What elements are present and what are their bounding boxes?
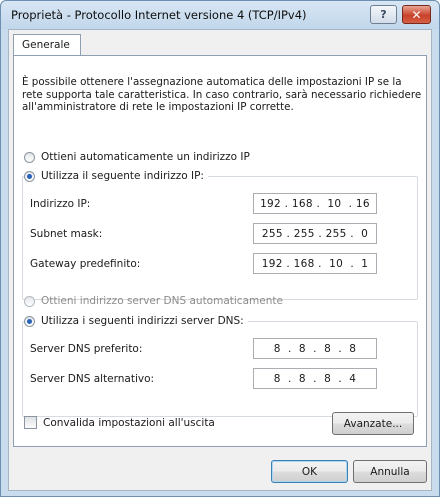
ok-button[interactable]: OK bbox=[271, 460, 348, 483]
ip-auto-radio[interactable] bbox=[24, 151, 35, 163]
preferred-dns-field[interactable]: 8 . 8 . 8 . 8 bbox=[253, 338, 377, 359]
validate-on-exit-checkbox[interactable] bbox=[24, 416, 37, 429]
validate-on-exit-option[interactable]: Convalida impostazioni all'uscita bbox=[24, 416, 215, 429]
ip-auto-label: Ottieni automaticamente un indirizzo IP bbox=[41, 151, 250, 163]
close-icon: ✕ bbox=[411, 7, 422, 22]
ip-manual-radio-option[interactable]: Utilizza il seguente indirizzo IP: bbox=[24, 170, 208, 182]
dns-manual-radio-option[interactable]: Utilizza i seguenti indirizzi server DNS… bbox=[24, 315, 248, 327]
help-button[interactable]: ? bbox=[370, 5, 397, 24]
ip-manual-label: Utilizza il seguente indirizzo IP: bbox=[41, 170, 204, 182]
cancel-button[interactable]: Annulla bbox=[353, 460, 427, 483]
ip-auto-radio-option[interactable]: Ottieni automaticamente un indirizzo IP bbox=[24, 151, 250, 163]
close-button[interactable]: ✕ bbox=[402, 5, 431, 24]
ip-manual-radio[interactable] bbox=[24, 170, 35, 182]
ip-address-label: Indirizzo IP: bbox=[30, 198, 91, 210]
gateway-field[interactable]: 192 . 168 . 10 . 1 bbox=[253, 253, 377, 274]
tab-generale[interactable]: Generale bbox=[13, 34, 81, 56]
dns-auto-radio-option[interactable]: Ottieni indirizzo server DNS automaticam… bbox=[24, 295, 283, 307]
title-bar[interactable]: Proprietà - Protocollo Internet versione… bbox=[1, 1, 439, 29]
ip-address-field[interactable]: 192 . 168 . 10 . 16 bbox=[253, 193, 377, 214]
alternate-dns-field[interactable]: 8 . 8 . 8 . 4 bbox=[253, 368, 377, 389]
dns-manual-radio[interactable] bbox=[24, 315, 35, 327]
preferred-dns-label: Server DNS preferito: bbox=[30, 343, 143, 355]
subnet-mask-label: Subnet mask: bbox=[30, 228, 103, 240]
description-text: È possibile ottenere l'assegnazione auto… bbox=[22, 76, 422, 113]
dialog-client-area: Generale È possibile ottenere l'assegnaz… bbox=[8, 29, 432, 491]
dns-auto-radio[interactable] bbox=[24, 295, 35, 307]
tab-panel-generale: È possibile ottenere l'assegnazione auto… bbox=[13, 55, 427, 447]
alternate-dns-label: Server DNS alternativo: bbox=[30, 373, 155, 385]
gateway-label: Gateway predefinito: bbox=[30, 258, 141, 270]
subnet-mask-field[interactable]: 255 . 255 . 255 . 0 bbox=[253, 223, 377, 244]
help-icon: ? bbox=[380, 8, 387, 21]
window-title: Proprietà - Protocollo Internet versione… bbox=[11, 8, 307, 22]
advanced-button[interactable]: Avanzate... bbox=[332, 412, 414, 435]
validate-on-exit-label: Convalida impostazioni all'uscita bbox=[43, 416, 215, 429]
dialog-window: Proprietà - Protocollo Internet versione… bbox=[0, 0, 440, 497]
dns-manual-label: Utilizza i seguenti indirizzi server DNS… bbox=[41, 315, 244, 327]
dns-auto-label: Ottieni indirizzo server DNS automaticam… bbox=[41, 295, 283, 307]
